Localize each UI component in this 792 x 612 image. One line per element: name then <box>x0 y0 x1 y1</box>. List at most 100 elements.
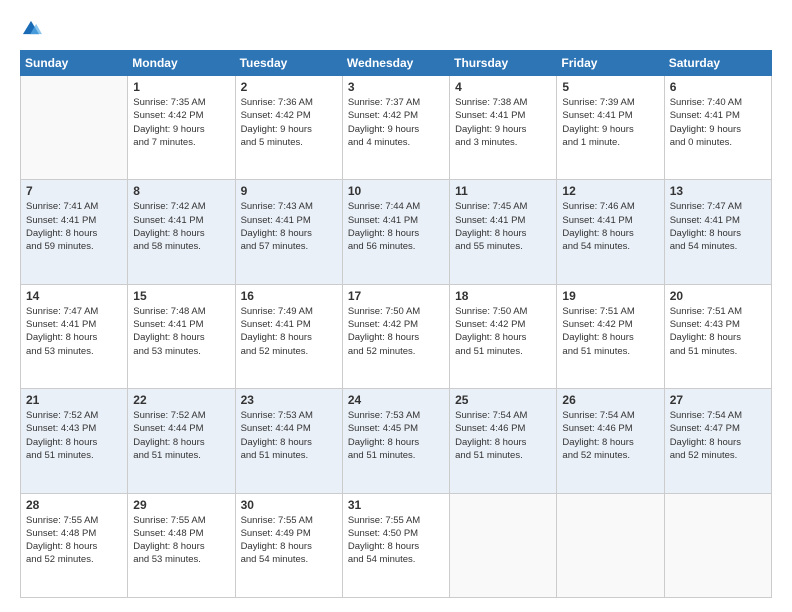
header <box>20 18 772 40</box>
day-number: 3 <box>348 80 444 94</box>
logo <box>20 18 44 40</box>
calendar-cell: 2Sunrise: 7:36 AM Sunset: 4:42 PM Daylig… <box>235 76 342 180</box>
calendar-cell <box>21 76 128 180</box>
day-number: 24 <box>348 393 444 407</box>
day-number: 27 <box>670 393 766 407</box>
day-number: 7 <box>26 184 122 198</box>
day-info: Sunrise: 7:55 AM Sunset: 4:50 PM Dayligh… <box>348 514 444 567</box>
weekday-header-wednesday: Wednesday <box>342 51 449 76</box>
day-number: 18 <box>455 289 551 303</box>
calendar-cell: 26 Sunrise: 7:54 AM Sunset: 4:46 PM Dayli… <box>557 389 664 493</box>
weekday-header-saturday: Saturday <box>664 51 771 76</box>
day-info: Sunrise: 7:53 AM Sunset: 4:44 PM Dayligh… <box>241 409 337 462</box>
day-number: 1 <box>133 80 229 94</box>
day-number: 30 <box>241 498 337 512</box>
calendar-cell: 19 Sunrise: 7:51 AM Sunset: 4:42 PM Dayli… <box>557 284 664 388</box>
calendar-cell: 5 Sunrise: 7:39 AM Sunset: 4:41 PM Daylig… <box>557 76 664 180</box>
calendar-week-4: 21 Sunrise: 7:52 AM Sunset: 4:43 PM Dayli… <box>21 389 772 493</box>
day-number: 10 <box>348 184 444 198</box>
calendar-cell: 12 Sunrise: 7:46 AM Sunset: 4:41 PM Dayli… <box>557 180 664 284</box>
calendar-cell: 22 Sunrise: 7:52 AM Sunset: 4:44 PM Dayli… <box>128 389 235 493</box>
calendar-cell: 3 Sunrise: 7:37 AM Sunset: 4:42 PM Daylig… <box>342 76 449 180</box>
calendar-cell: 7 Sunrise: 7:41 AM Sunset: 4:41 PM Daylig… <box>21 180 128 284</box>
weekday-header-sunday: Sunday <box>21 51 128 76</box>
calendar-cell: 11Sunrise: 7:45 AM Sunset: 4:41 PM Dayli… <box>450 180 557 284</box>
day-number: 16 <box>241 289 337 303</box>
day-info: Sunrise: 7:51 AM Sunset: 4:42 PM Dayligh… <box>562 305 658 358</box>
day-info: Sunrise: 7:36 AM Sunset: 4:42 PM Dayligh… <box>241 96 337 149</box>
day-info: Sunrise: 7:55 AM Sunset: 4:48 PM Dayligh… <box>133 514 229 567</box>
day-info: Sunrise: 7:55 AM Sunset: 4:48 PM Dayligh… <box>26 514 122 567</box>
calendar-week-1: 1 Sunrise: 7:35 AM Sunset: 4:42 PM Daylig… <box>21 76 772 180</box>
calendar-cell <box>664 493 771 597</box>
calendar-cell <box>557 493 664 597</box>
day-info: Sunrise: 7:48 AM Sunset: 4:41 PM Dayligh… <box>133 305 229 358</box>
calendar-cell <box>450 493 557 597</box>
day-info: Sunrise: 7:46 AM Sunset: 4:41 PM Dayligh… <box>562 200 658 253</box>
day-number: 31 <box>348 498 444 512</box>
day-info: Sunrise: 7:45 AM Sunset: 4:41 PM Dayligh… <box>455 200 551 253</box>
day-info: Sunrise: 7:47 AM Sunset: 4:41 PM Dayligh… <box>26 305 122 358</box>
logo-icon <box>20 18 42 40</box>
day-number: 21 <box>26 393 122 407</box>
day-info: Sunrise: 7:55 AM Sunset: 4:49 PM Dayligh… <box>241 514 337 567</box>
weekday-header-friday: Friday <box>557 51 664 76</box>
calendar-week-2: 7 Sunrise: 7:41 AM Sunset: 4:41 PM Daylig… <box>21 180 772 284</box>
calendar-cell: 24Sunrise: 7:53 AM Sunset: 4:45 PM Dayli… <box>342 389 449 493</box>
calendar-cell: 6 Sunrise: 7:40 AM Sunset: 4:41 PM Daylig… <box>664 76 771 180</box>
day-info: Sunrise: 7:44 AM Sunset: 4:41 PM Dayligh… <box>348 200 444 253</box>
day-info: Sunrise: 7:35 AM Sunset: 4:42 PM Dayligh… <box>133 96 229 149</box>
calendar-cell: 10 Sunrise: 7:44 AM Sunset: 4:41 PM Dayli… <box>342 180 449 284</box>
calendar-cell: 13Sunrise: 7:47 AM Sunset: 4:41 PM Dayli… <box>664 180 771 284</box>
calendar-cell: 14 Sunrise: 7:47 AM Sunset: 4:41 PM Dayli… <box>21 284 128 388</box>
calendar-cell: 8 Sunrise: 7:42 AM Sunset: 4:41 PM Daylig… <box>128 180 235 284</box>
calendar-cell: 17 Sunrise: 7:50 AM Sunset: 4:42 PM Dayli… <box>342 284 449 388</box>
day-number: 9 <box>241 184 337 198</box>
day-info: Sunrise: 7:51 AM Sunset: 4:43 PM Dayligh… <box>670 305 766 358</box>
day-info: Sunrise: 7:54 AM Sunset: 4:46 PM Dayligh… <box>455 409 551 462</box>
day-number: 22 <box>133 393 229 407</box>
calendar-cell: 29 Sunrise: 7:55 AM Sunset: 4:48 PM Dayli… <box>128 493 235 597</box>
day-info: Sunrise: 7:50 AM Sunset: 4:42 PM Dayligh… <box>455 305 551 358</box>
day-info: Sunrise: 7:41 AM Sunset: 4:41 PM Dayligh… <box>26 200 122 253</box>
day-number: 8 <box>133 184 229 198</box>
calendar-cell: 4 Sunrise: 7:38 AM Sunset: 4:41 PM Daylig… <box>450 76 557 180</box>
day-number: 14 <box>26 289 122 303</box>
day-info: Sunrise: 7:42 AM Sunset: 4:41 PM Dayligh… <box>133 200 229 253</box>
calendar-cell: 23Sunrise: 7:53 AM Sunset: 4:44 PM Dayli… <box>235 389 342 493</box>
day-info: Sunrise: 7:50 AM Sunset: 4:42 PM Dayligh… <box>348 305 444 358</box>
day-info: Sunrise: 7:52 AM Sunset: 4:43 PM Dayligh… <box>26 409 122 462</box>
calendar-cell: 16Sunrise: 7:49 AM Sunset: 4:41 PM Dayli… <box>235 284 342 388</box>
calendar-cell: 28Sunrise: 7:55 AM Sunset: 4:48 PM Dayli… <box>21 493 128 597</box>
calendar-cell: 25Sunrise: 7:54 AM Sunset: 4:46 PM Dayli… <box>450 389 557 493</box>
day-number: 19 <box>562 289 658 303</box>
calendar-cell: 27Sunrise: 7:54 AM Sunset: 4:47 PM Dayli… <box>664 389 771 493</box>
day-number: 20 <box>670 289 766 303</box>
weekday-header-thursday: Thursday <box>450 51 557 76</box>
day-number: 26 <box>562 393 658 407</box>
day-number: 29 <box>133 498 229 512</box>
day-number: 17 <box>348 289 444 303</box>
calendar-cell: 9 Sunrise: 7:43 AM Sunset: 4:41 PM Daylig… <box>235 180 342 284</box>
calendar-week-5: 28Sunrise: 7:55 AM Sunset: 4:48 PM Dayli… <box>21 493 772 597</box>
calendar-cell: 1 Sunrise: 7:35 AM Sunset: 4:42 PM Daylig… <box>128 76 235 180</box>
day-number: 12 <box>562 184 658 198</box>
day-info: Sunrise: 7:40 AM Sunset: 4:41 PM Dayligh… <box>670 96 766 149</box>
day-info: Sunrise: 7:39 AM Sunset: 4:41 PM Dayligh… <box>562 96 658 149</box>
day-info: Sunrise: 7:43 AM Sunset: 4:41 PM Dayligh… <box>241 200 337 253</box>
day-info: Sunrise: 7:47 AM Sunset: 4:41 PM Dayligh… <box>670 200 766 253</box>
calendar-cell: 15 Sunrise: 7:48 AM Sunset: 4:41 PM Dayli… <box>128 284 235 388</box>
weekday-header-row: SundayMondayTuesdayWednesdayThursdayFrid… <box>21 51 772 76</box>
day-number: 6 <box>670 80 766 94</box>
day-info: Sunrise: 7:52 AM Sunset: 4:44 PM Dayligh… <box>133 409 229 462</box>
calendar-cell: 31 Sunrise: 7:55 AM Sunset: 4:50 PM Dayli… <box>342 493 449 597</box>
calendar-cell: 30 Sunrise: 7:55 AM Sunset: 4:49 PM Dayli… <box>235 493 342 597</box>
calendar-week-3: 14 Sunrise: 7:47 AM Sunset: 4:41 PM Dayli… <box>21 284 772 388</box>
day-number: 5 <box>562 80 658 94</box>
day-number: 4 <box>455 80 551 94</box>
day-info: Sunrise: 7:37 AM Sunset: 4:42 PM Dayligh… <box>348 96 444 149</box>
day-number: 15 <box>133 289 229 303</box>
day-info: Sunrise: 7:38 AM Sunset: 4:41 PM Dayligh… <box>455 96 551 149</box>
day-info: Sunrise: 7:54 AM Sunset: 4:46 PM Dayligh… <box>562 409 658 462</box>
calendar-cell: 18 Sunrise: 7:50 AM Sunset: 4:42 PM Dayli… <box>450 284 557 388</box>
